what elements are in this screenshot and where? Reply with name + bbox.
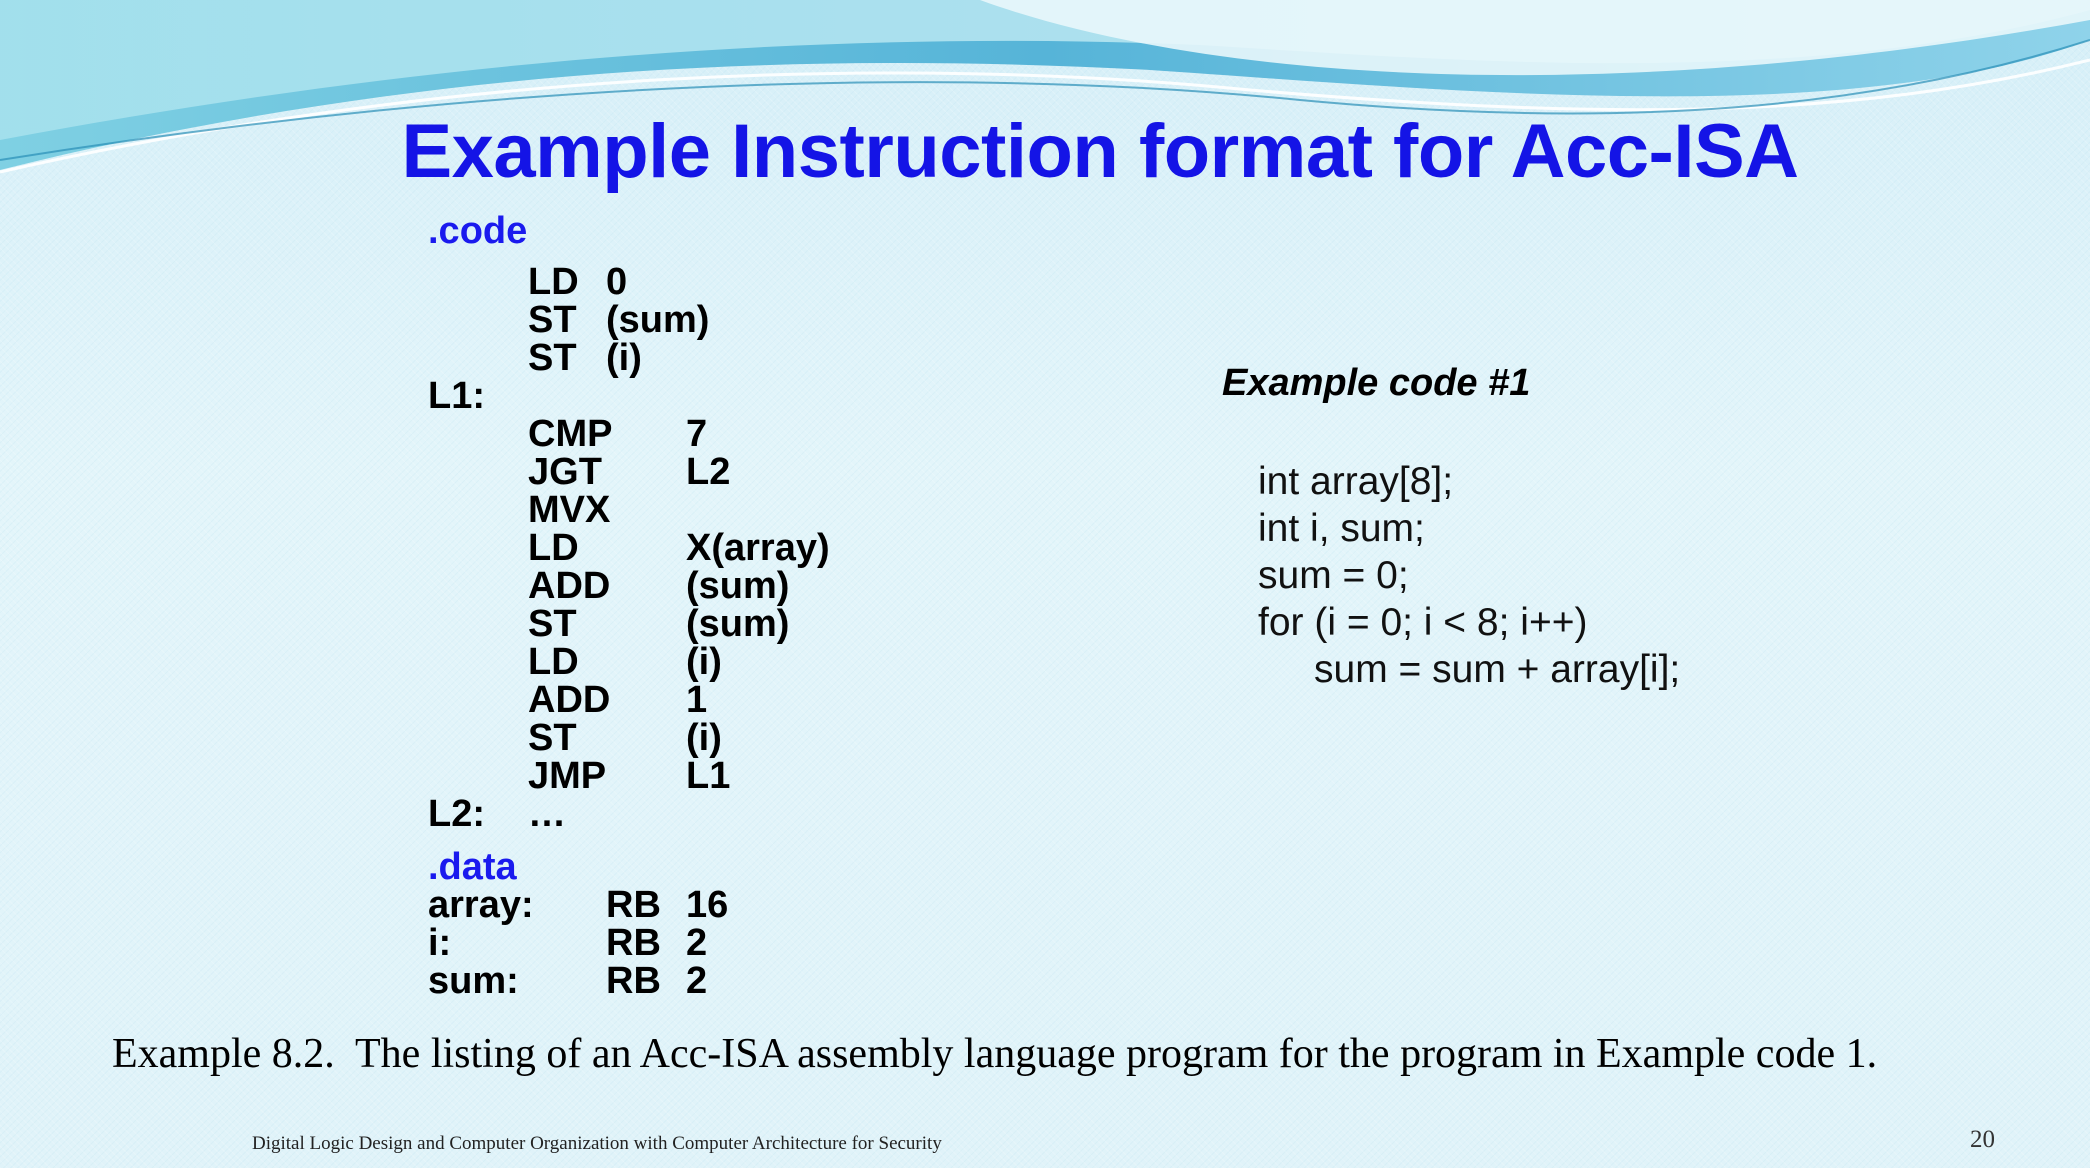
code-op: ADD [528, 679, 611, 721]
code-op: ST [528, 299, 577, 341]
code-op: JMP [528, 755, 607, 797]
data-op: RB [606, 922, 661, 964]
figure-caption: Example 8.2. The listing of an Acc-ISA a… [112, 1031, 1878, 1077]
c-code-line: sum = sum + array[i]; [1314, 648, 1681, 691]
data-op: RB [606, 960, 661, 1002]
code-op: ST [528, 603, 577, 645]
data-directive: .data [428, 846, 517, 888]
page-number: 20 [1970, 1126, 1995, 1153]
code-arg: 0 [606, 261, 628, 303]
c-code-line: for (i = 0; i < 8; i++) [1258, 601, 1588, 644]
code-arg: (i) [606, 337, 642, 379]
data-arg: 2 [686, 922, 708, 964]
code-directive: .code [428, 210, 528, 252]
code-arg: 1 [686, 679, 708, 721]
code-op: LD [528, 261, 579, 303]
slide-footer: Digital Logic Design and Computer Organi… [252, 1133, 942, 1154]
data-arg: 16 [686, 884, 729, 926]
code-op: CMP [528, 413, 613, 455]
code-arg: X(array) [686, 527, 830, 569]
slide-title: Example Instruction format for Acc-ISA [401, 109, 1799, 194]
code-op: JGT [528, 451, 602, 493]
c-code-line: int i, sum; [1258, 507, 1425, 550]
code-label: L1: [428, 375, 485, 417]
code-op: MVX [528, 489, 611, 531]
code-arg: (sum) [606, 299, 710, 341]
code-label: L2: [428, 793, 485, 835]
code-arg: 7 [686, 413, 708, 455]
c-code-line: sum = 0; [1258, 554, 1409, 597]
code-op: ADD [528, 565, 611, 607]
code-arg: (i) [686, 641, 722, 683]
example-heading: Example code #1 [1222, 362, 1531, 404]
code-arg: L2 [686, 451, 731, 493]
code-op: ST [528, 337, 577, 379]
c-code-line: int array[8]; [1258, 460, 1454, 503]
data-label: i: [428, 922, 452, 964]
code-arg: (i) [686, 717, 722, 759]
code-op: … [528, 793, 566, 835]
data-op: RB [606, 884, 661, 926]
code-op: LD [528, 641, 579, 683]
code-arg: L1 [686, 755, 731, 797]
code-arg: (sum) [686, 603, 790, 645]
code-op: ST [528, 717, 577, 759]
code-arg: (sum) [686, 565, 790, 607]
data-label: array: [428, 884, 534, 926]
data-label: sum: [428, 960, 519, 1002]
code-op: LD [528, 527, 579, 569]
data-arg: 2 [686, 960, 708, 1002]
